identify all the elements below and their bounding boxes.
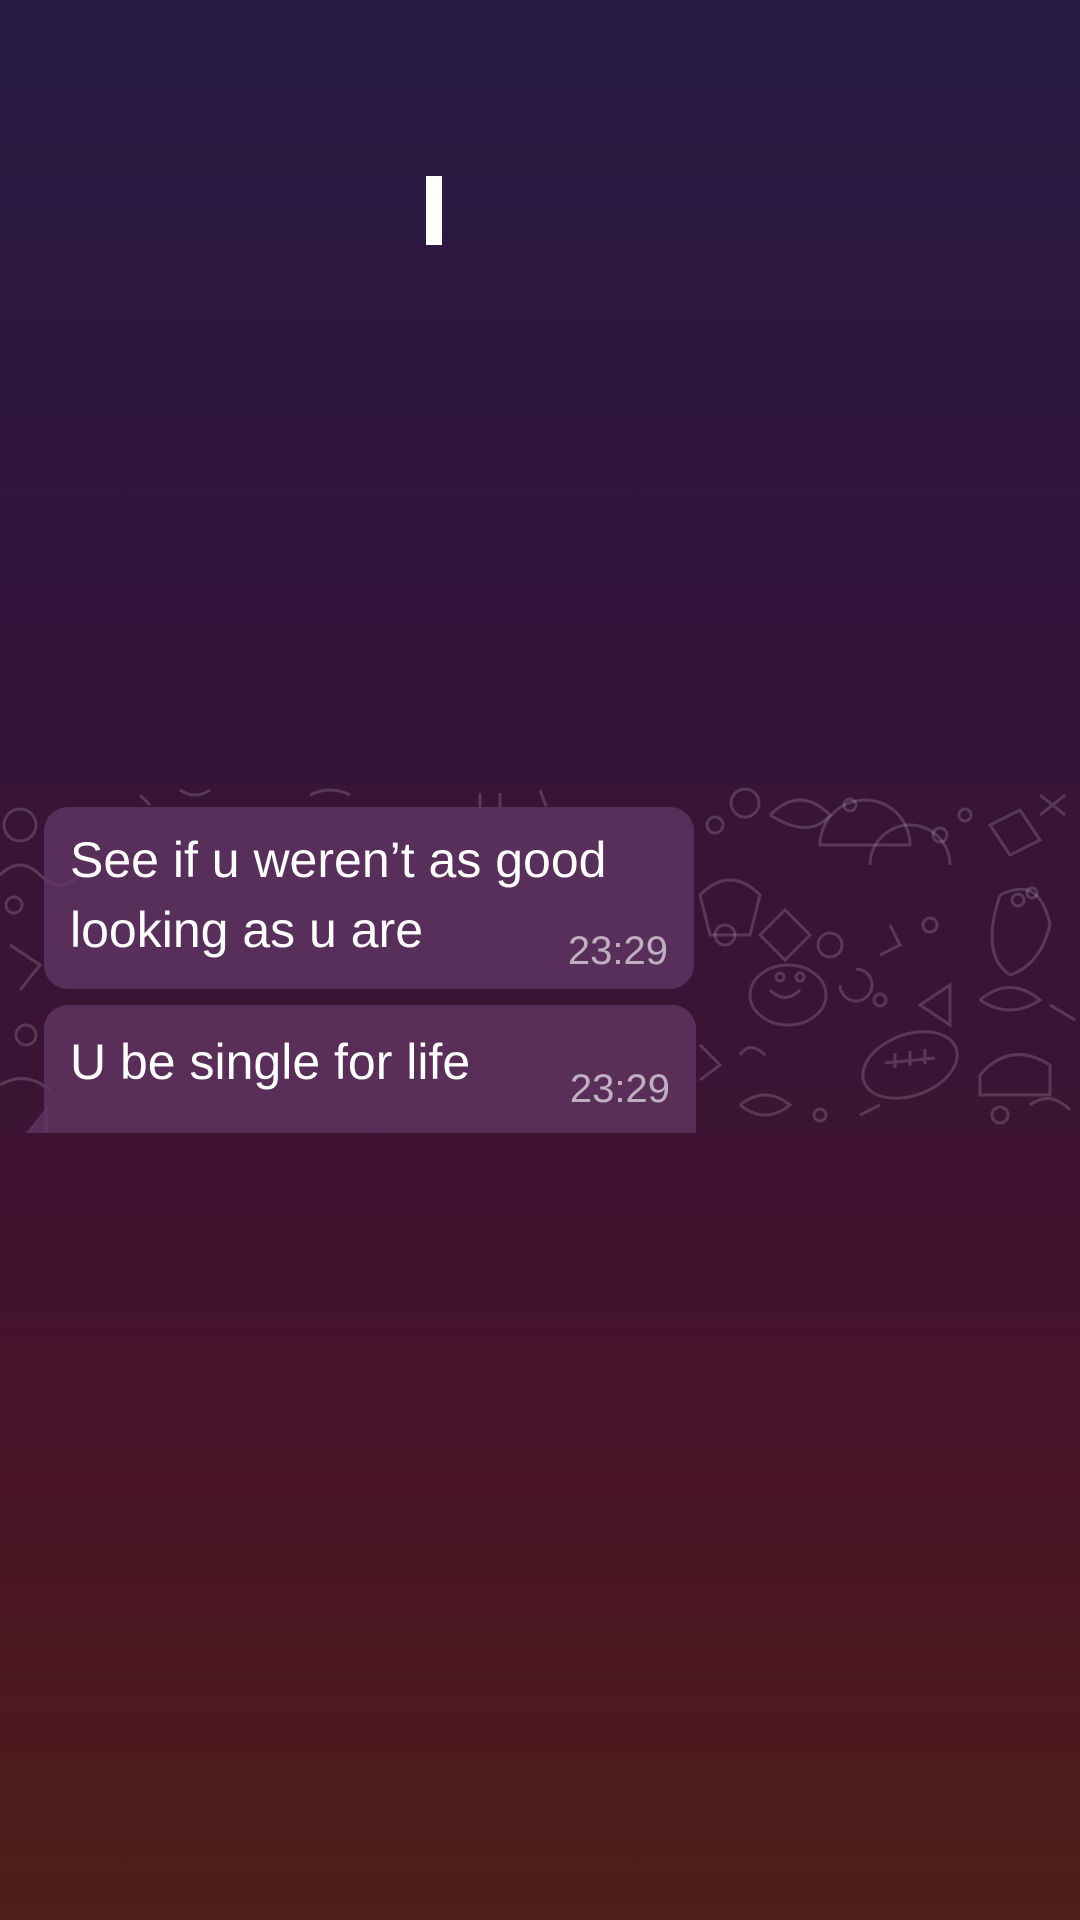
chat-screenshot: See if u weren’t as good looking as u ar… — [0, 785, 1080, 1133]
incoming-message-bubble[interactable]: U be single for life 23:29 — [44, 1005, 696, 1133]
message-timestamp: 23:29 — [569, 1067, 670, 1111]
message-bubble-tail — [26, 1105, 48, 1133]
message-timestamp: 23:29 — [567, 929, 668, 973]
incoming-message-bubble[interactable]: See if u weren’t as good looking as u ar… — [44, 807, 694, 989]
text-cursor — [426, 176, 442, 245]
